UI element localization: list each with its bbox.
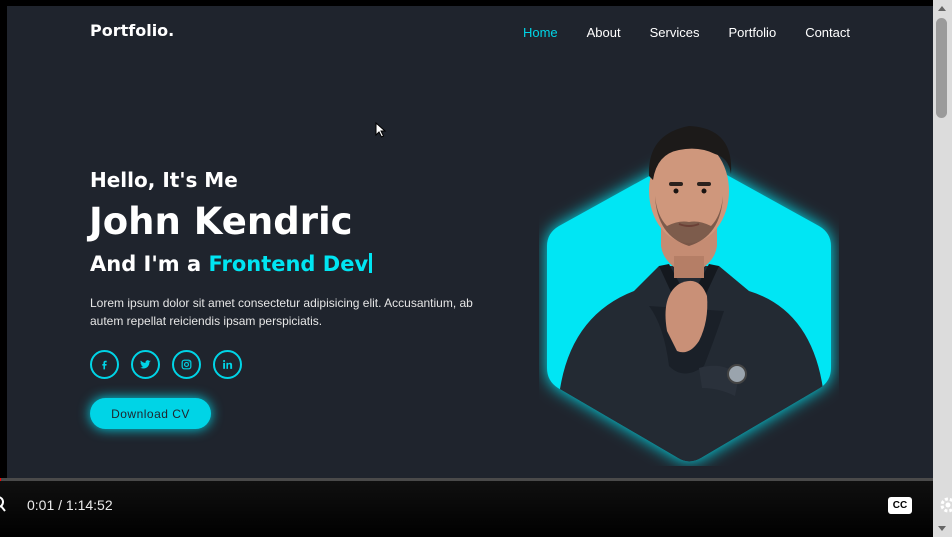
hero-name: John Kendric — [89, 200, 353, 243]
website-preview: Portfolio. Home About Services Portfolio… — [7, 6, 933, 478]
nav-portfolio[interactable]: Portfolio — [728, 25, 776, 40]
instagram-icon[interactable] — [172, 350, 201, 379]
play-icon[interactable] — [0, 495, 8, 513]
twitter-icon[interactable] — [131, 350, 160, 379]
hero-role-highlight: Frontend Dev — [208, 252, 369, 276]
scroll-up-arrow-icon[interactable] — [938, 6, 946, 11]
typing-caret — [369, 253, 373, 273]
nav-home[interactable]: Home — [523, 25, 558, 40]
vertical-scrollbar[interactable] — [933, 0, 952, 537]
time-total: 1:14:52 — [65, 497, 113, 513]
download-cv-button[interactable]: Download CV — [90, 398, 211, 429]
site-logo[interactable]: Portfolio. — [90, 21, 174, 40]
nav-about[interactable]: About — [587, 25, 621, 40]
social-links — [90, 350, 242, 379]
hero-description: Lorem ipsum dolor sit amet consectetur a… — [90, 296, 473, 328]
mouse-cursor-icon — [375, 122, 387, 138]
nav-contact[interactable]: Contact — [805, 25, 850, 40]
closed-captions-button[interactable]: CC — [888, 497, 912, 514]
profile-hexagon-image — [547, 126, 831, 462]
time-separator: / — [58, 497, 63, 513]
video-frame: Portfolio. Home About Services Portfolio… — [0, 0, 952, 537]
nav-services[interactable]: Services — [650, 25, 700, 40]
scrollbar-thumb[interactable] — [936, 18, 947, 118]
top-nav: Home About Services Portfolio Contact — [523, 25, 850, 40]
hero-role-prefix: And I'm a — [90, 252, 202, 276]
video-controls: 0:01 / 1:14:52 CC — [0, 478, 952, 537]
scroll-down-arrow-icon[interactable] — [938, 526, 946, 531]
linkedin-icon[interactable] — [213, 350, 242, 379]
time-current: 0:01 — [27, 497, 55, 513]
facebook-icon[interactable] — [90, 350, 119, 379]
hero-role: And I'm a Frontend Dev — [90, 252, 373, 276]
video-progress-bar[interactable] — [0, 478, 933, 481]
time-display: 0:01 / 1:14:52 — [27, 497, 113, 513]
settings-gear-icon[interactable] — [938, 496, 952, 514]
hero-greeting: Hello, It's Me — [90, 168, 238, 192]
